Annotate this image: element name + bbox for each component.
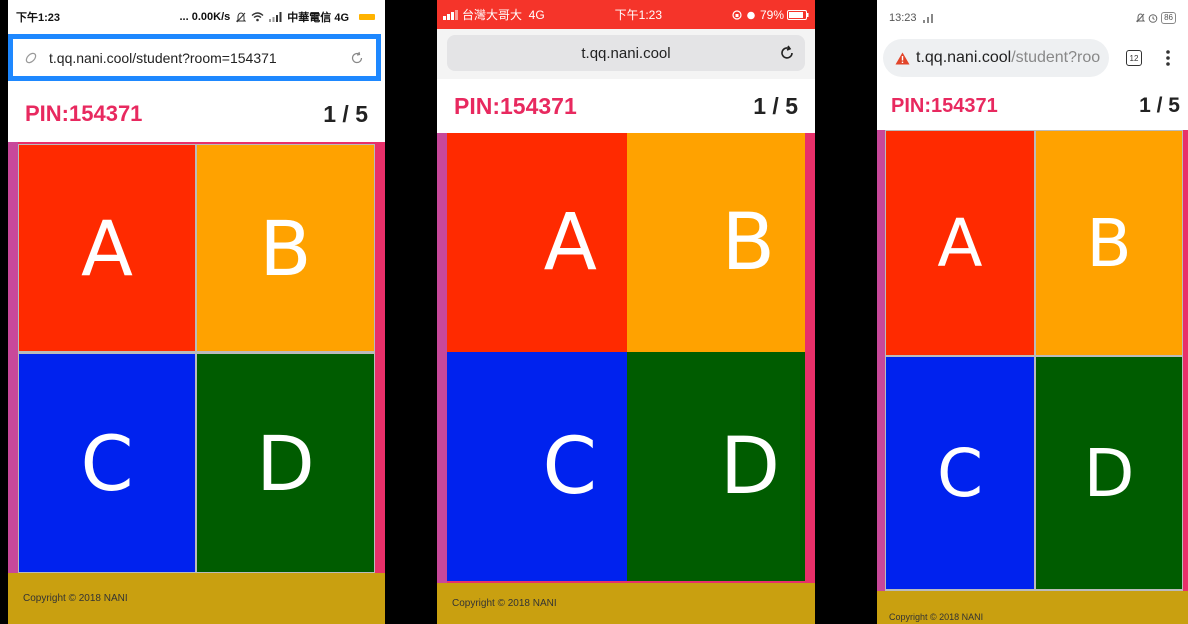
pin-code: PIN:154371 [891, 94, 998, 117]
page-footer: Copyright © 2018 NANI [8, 573, 385, 624]
battery-percent: 86 [1164, 13, 1173, 22]
pin-code: PIN:154371 [25, 101, 143, 126]
battery-level: 86 [1161, 12, 1176, 24]
answer-b-label: B [1086, 204, 1132, 282]
answer-d-label: D [1083, 434, 1135, 512]
browser-toolbar: t.qq.nani.cool [437, 29, 815, 79]
answer-area: A B C D [877, 130, 1188, 591]
warning-icon [895, 52, 910, 65]
answer-b-button[interactable]: B [627, 133, 805, 352]
answer-c-button[interactable]: C [886, 357, 1034, 589]
browser-toolbar: t.qq.nani.cool /student?roo 12 [877, 36, 1188, 82]
copyright-text: Copyright © 2018 NANI [23, 593, 128, 604]
answer-a-button[interactable]: A [886, 131, 1034, 355]
copyright-text: Copyright © 2018 NANI [452, 598, 557, 609]
network-speed: ... 0.00K/s [179, 11, 231, 23]
copyright-text: Copyright © 2018 NANI [889, 612, 984, 622]
answer-b-button[interactable]: B [197, 145, 374, 351]
status-time: 下午1:23 [614, 8, 663, 22]
status-bar: 下午1:23 ... 0.00K/s 中華電信 4G [8, 0, 385, 34]
tab-count: 12 [1129, 53, 1139, 63]
page-footer: Copyright © 2018 NANI [437, 583, 815, 624]
lock-rotation-icon [732, 9, 742, 20]
wifi-icon [251, 12, 264, 22]
answer-c-label: C [542, 421, 597, 512]
answer-a-button[interactable]: A [19, 145, 195, 351]
address-bar[interactable]: t.qq.nani.cool /student?roo [883, 39, 1109, 77]
answer-b-label: B [259, 203, 312, 293]
quiz-header: PIN:154371 1 / 5 [437, 80, 815, 133]
phone-2: 台灣大哥大 4G 下午1:23 79% t.qq.nani.cool PIN:1… [437, 0, 815, 624]
question-counter: 1 / 5 [753, 93, 798, 119]
answer-b-button[interactable]: B [1036, 131, 1182, 355]
status-time: 13:23 [889, 12, 917, 24]
signal-icon [443, 9, 459, 20]
alarm-icon [746, 10, 756, 20]
quiz-header: PIN:154371 1 / 5 [8, 86, 385, 142]
alarm-icon [1148, 13, 1158, 23]
answer-c-label: C [936, 434, 984, 512]
url-text: t.qq.nani.cool [581, 44, 671, 62]
page-footer: Copyright © 2018 NANI [877, 591, 1188, 624]
answer-d-button[interactable]: D [1036, 357, 1182, 589]
carrier-label: 中華電信 4G [287, 12, 349, 24]
signal-icon [269, 12, 282, 22]
answer-area: A B C D [8, 142, 385, 573]
url-text: t.qq.nani.cool/student?room=154371 [49, 49, 277, 66]
answer-a-button[interactable]: A [447, 133, 627, 352]
answer-d-button[interactable]: D [197, 354, 374, 572]
answer-b-label: B [721, 197, 775, 288]
mute-icon [1136, 13, 1146, 23]
battery-percent: 79% [759, 7, 785, 22]
battery-icon [787, 9, 809, 20]
pin-code: PIN:154371 [454, 93, 577, 119]
tab-switcher-button[interactable]: 12 [1126, 50, 1142, 66]
answer-d-label: D [719, 421, 780, 512]
answer-a-label: A [81, 203, 133, 293]
status-time: 下午1:23 [16, 12, 61, 24]
question-counter: 1 / 5 [1139, 94, 1180, 117]
signal-icon [922, 13, 933, 23]
quiz-header: PIN:154371 1 / 5 [877, 82, 1188, 130]
address-bar[interactable]: t.qq.nani.cool/student?room=154371 [13, 39, 376, 76]
answer-area: A B C D [437, 133, 815, 583]
answer-a-label: A [937, 204, 983, 282]
mute-icon [236, 11, 247, 23]
link-icon [25, 52, 37, 64]
answer-d-label: D [256, 418, 315, 508]
carrier-label: 台灣大哥大 4G [462, 8, 545, 22]
status-bar: 台灣大哥大 4G 下午1:23 79% [437, 0, 815, 29]
answer-c-button[interactable]: C [447, 352, 627, 581]
phone-1: 下午1:23 ... 0.00K/s 中華電信 4G t.qq.nani.coo… [8, 0, 385, 624]
answer-a-label: A [543, 197, 597, 288]
address-bar[interactable]: t.qq.nani.cool [447, 35, 805, 71]
url-host: t.qq.nani.cool [916, 49, 1012, 66]
reload-icon[interactable] [779, 45, 795, 61]
answer-c-button[interactable]: C [19, 354, 195, 572]
answer-c-label: C [80, 418, 134, 508]
address-bar-frame: t.qq.nani.cool/student?room=154371 [8, 34, 381, 81]
status-bar: 13:23 86 [877, 0, 1188, 36]
phone-3: 13:23 86 t.qq.nani.cool /student?roo 12 [877, 0, 1188, 624]
menu-icon[interactable] [1165, 49, 1171, 67]
battery-icon [359, 13, 377, 21]
reload-icon[interactable] [350, 51, 364, 65]
url-path: /student?roo [1011, 49, 1101, 66]
answer-d-button[interactable]: D [627, 352, 805, 581]
question-counter: 1 / 5 [323, 100, 368, 127]
